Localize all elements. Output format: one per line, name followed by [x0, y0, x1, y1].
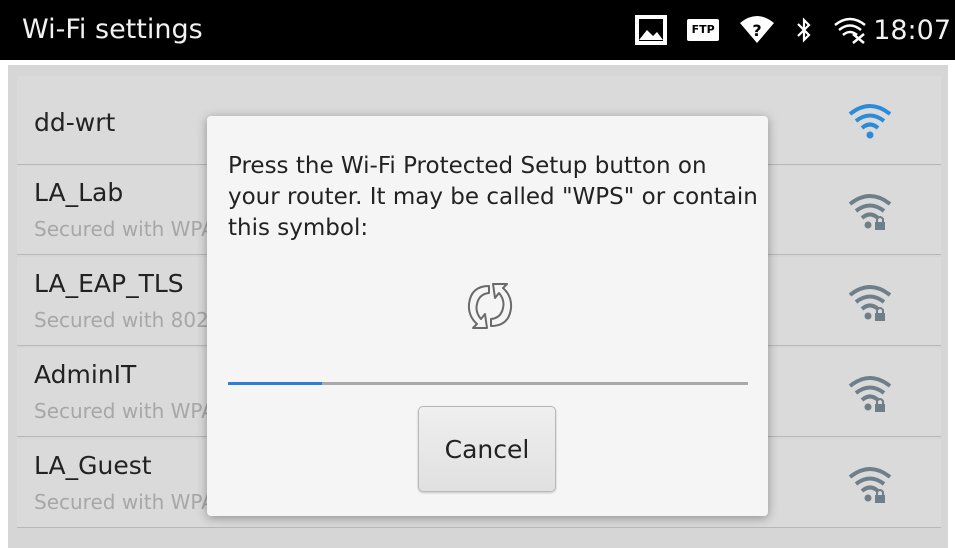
wifi-locked-signal-icon	[848, 467, 892, 503]
wps-dialog-message: Press the Wi-Fi Protected Setup button o…	[228, 153, 758, 241]
wifi-question-icon: ?	[740, 16, 775, 43]
wifi-locked-signal-icon	[848, 376, 892, 412]
wps-icon	[467, 283, 513, 329]
status-icons: FTP ? 18:07	[615, 0, 955, 60]
network-ssid: dd-wrt	[34, 108, 116, 137]
wps-progress-bar	[228, 382, 748, 385]
svg-text:?: ?	[753, 21, 762, 40]
cancel-button[interactable]: Cancel	[418, 406, 556, 492]
status-time: 18:07	[873, 14, 951, 46]
wifi-signal-icon	[848, 104, 892, 139]
network-ssid: LA_Guest	[34, 451, 152, 480]
network-ssid: LA_EAP_TLS	[34, 269, 184, 298]
bluetooth-icon	[797, 17, 811, 43]
network-ssid: LA_Lab	[34, 178, 124, 207]
wifi-locked-signal-icon	[848, 285, 892, 321]
wifi-locked-signal-icon	[848, 194, 892, 230]
image-notification-icon	[635, 15, 668, 45]
wifi-no-internet-icon	[834, 17, 866, 44]
status-bar-title: Wi-Fi settings	[22, 14, 203, 45]
wps-dialog: Press the Wi-Fi Protected Setup button o…	[207, 116, 768, 516]
wps-progress-fill	[228, 382, 322, 385]
network-ssid: AdminIT	[34, 360, 137, 389]
status-bar: Wi-Fi settings FTP ? 18:07	[0, 0, 955, 60]
ftp-icon: FTP	[687, 19, 720, 41]
